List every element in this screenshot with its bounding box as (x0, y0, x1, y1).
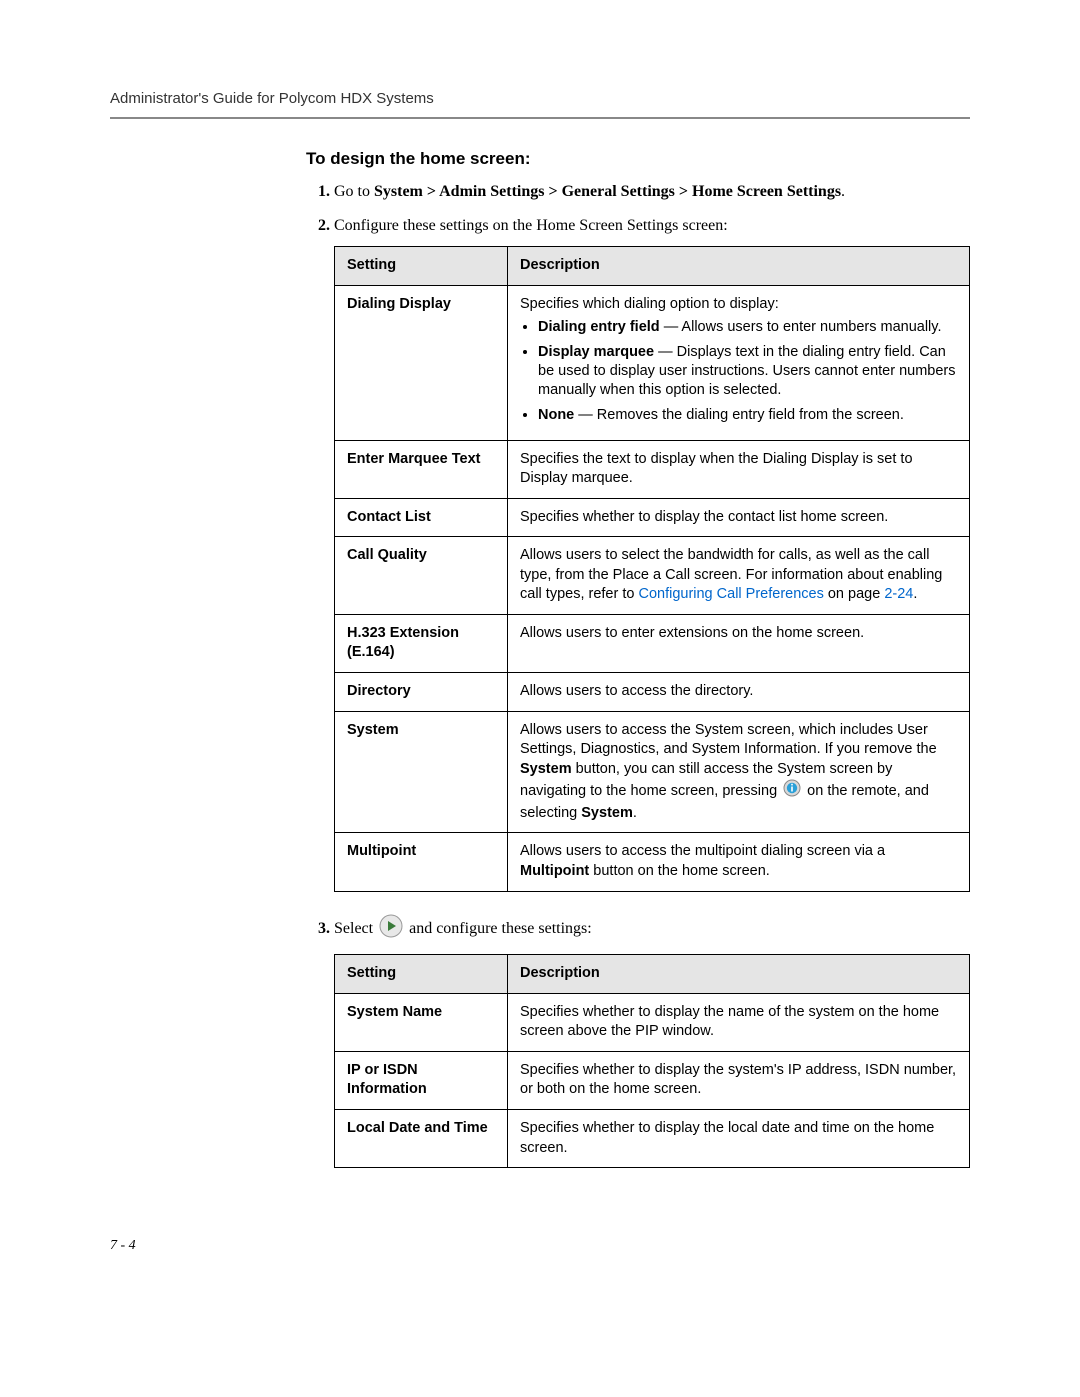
step-1: Go to System > Admin Settings > General … (334, 181, 970, 203)
settings-table-1: Setting Description Dialing Display Spec… (334, 246, 970, 891)
table-row: Enter Marquee Text Specifies the text to… (335, 440, 970, 498)
section-heading: To design the home screen: (306, 149, 970, 169)
setting-name: Enter Marquee Text (335, 440, 508, 498)
doc-header-title: Administrator's Guide for Polycom HDX Sy… (110, 90, 970, 107)
setting-desc: Allows users to access the System screen… (508, 711, 970, 833)
setting-name: System (335, 711, 508, 833)
list-item: Display marquee — Displays text in the d… (538, 343, 957, 400)
step3-text-a: Select (334, 920, 377, 937)
table-row: Local Date and Time Specifies whether to… (335, 1109, 970, 1167)
desc-part-c: . (913, 586, 917, 602)
bullet-text: — Removes the dialing entry field from t… (574, 407, 904, 423)
col-setting: Setting (335, 247, 508, 286)
page-content: To design the home screen: Go to System … (306, 149, 970, 1168)
desc-part-b: on page (824, 586, 884, 602)
table-row: Call Quality Allows users to select the … (335, 537, 970, 615)
setting-desc: Allows users to enter extensions on the … (508, 614, 970, 672)
setting-name: Contact List (335, 498, 508, 537)
step-2: Configure these settings on the Home Scr… (334, 215, 970, 892)
desc-part-d: . (633, 805, 637, 821)
setting-name: Dialing Display (335, 285, 508, 440)
setting-desc: Specifies whether to display the system'… (508, 1051, 970, 1109)
step3-text-b: and configure these settings: (409, 920, 592, 937)
table-header-row: Setting Description (335, 247, 970, 286)
col-description: Description (508, 955, 970, 994)
bullet-bold: Display marquee (538, 344, 654, 360)
info-button-icon (783, 779, 801, 804)
bullet-bold: None (538, 407, 574, 423)
setting-name: Multipoint (335, 833, 508, 891)
setting-name: H.323 Extension (E.164) (335, 614, 508, 672)
step2-text: Configure these settings on the Home Scr… (334, 217, 728, 234)
setting-desc: Specifies whether to display the local d… (508, 1109, 970, 1167)
col-setting: Setting (335, 955, 508, 994)
list-item: None — Removes the dialing entry field f… (538, 406, 957, 425)
table-row: Directory Allows users to access the dir… (335, 673, 970, 712)
header-rule (110, 117, 970, 119)
table-row: System Name Specifies whether to display… (335, 993, 970, 1051)
bold-system: System (520, 761, 572, 777)
desc-bullets: Dialing entry field — Allows users to en… (520, 318, 957, 424)
setting-desc: Specifies whether to display the name of… (508, 993, 970, 1051)
setting-name: Directory (335, 673, 508, 712)
bold-multipoint: Multipoint (520, 863, 589, 879)
setting-name: Local Date and Time (335, 1109, 508, 1167)
table-header-row: Setting Description (335, 955, 970, 994)
setting-desc: Allows users to access the multipoint di… (508, 833, 970, 891)
table-row: H.323 Extension (E.164) Allows users to … (335, 614, 970, 672)
table-row: System Allows users to access the System… (335, 711, 970, 833)
step1-text-a: Go to (334, 183, 374, 200)
setting-desc: Allows users to select the bandwidth for… (508, 537, 970, 615)
table-row: Multipoint Allows users to access the mu… (335, 833, 970, 891)
desc-part-a: Allows users to access the multipoint di… (520, 843, 885, 859)
step1-text-c: . (841, 183, 845, 200)
setting-name: System Name (335, 993, 508, 1051)
table-row: Dialing Display Specifies which dialing … (335, 285, 970, 440)
bullet-bold: Dialing entry field (538, 319, 660, 335)
setting-desc: Specifies whether to display the contact… (508, 498, 970, 537)
settings-table-2: Setting Description System Name Specifie… (334, 954, 970, 1168)
setting-desc: Specifies which dialing option to displa… (508, 285, 970, 440)
next-arrow-icon (379, 914, 403, 945)
setting-name: IP or ISDN Information (335, 1051, 508, 1109)
table-row: Contact List Specifies whether to displa… (335, 498, 970, 537)
table-row: IP or ISDN Information Specifies whether… (335, 1051, 970, 1109)
document-page: Administrator's Guide for Polycom HDX Sy… (0, 0, 1080, 1314)
bold-system2: System (581, 805, 633, 821)
setting-desc: Allows users to access the directory. (508, 673, 970, 712)
page-number: 7 - 4 (110, 1238, 970, 1254)
col-description: Description (508, 247, 970, 286)
link-configuring-call-prefs[interactable]: Configuring Call Preferences (638, 586, 823, 602)
desc-part-a: Allows users to access the System screen… (520, 722, 937, 758)
desc-part-b: button on the home screen. (589, 863, 770, 879)
step-3: Select and configure these settings: Set… (334, 914, 970, 1169)
setting-desc: Specifies the text to display when the D… (508, 440, 970, 498)
desc-intro: Specifies which dialing option to displa… (520, 295, 957, 315)
setting-name: Call Quality (335, 537, 508, 615)
bullet-text: — Allows users to enter numbers manually… (660, 319, 942, 335)
link-page-ref[interactable]: 2-24 (884, 586, 913, 602)
list-item: Dialing entry field — Allows users to en… (538, 318, 957, 337)
steps-list: Go to System > Admin Settings > General … (306, 181, 970, 1168)
step1-path: System > Admin Settings > General Settin… (374, 183, 841, 200)
